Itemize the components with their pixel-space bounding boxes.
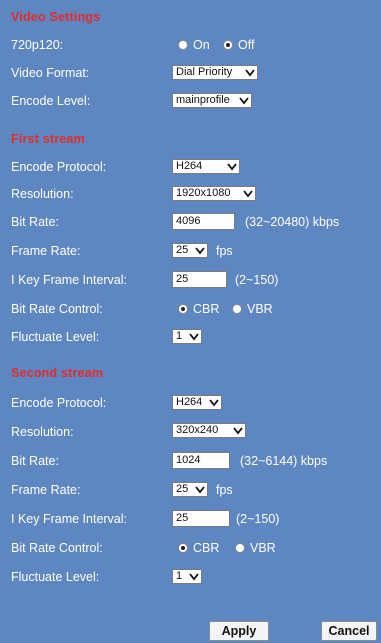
section-title-video-settings: Video Settings — [11, 10, 101, 24]
bit-rate-range-1: (32~20480) kbps — [245, 215, 340, 229]
label-resolution-2: Resolution: — [11, 425, 74, 439]
label-frame-rate-2: Frame Rate: — [11, 483, 81, 497]
chevron-down-icon — [227, 163, 237, 171]
resolution-select-1[interactable]: 1920x1080 — [172, 186, 256, 201]
radio-cbr-2[interactable] — [178, 543, 188, 553]
label-bit-rate-control-2: Bit Rate Control: — [11, 541, 103, 555]
fluctuate-select-2[interactable]: 1 — [172, 569, 202, 584]
radio-cbr-label-2: CBR — [193, 541, 220, 555]
label-bit-rate-2: Bit Rate: — [11, 454, 59, 468]
label-fluctuate-1: Fluctuate Level: — [11, 330, 100, 344]
label-key-frame-2: I Key Frame Interval: — [11, 512, 128, 526]
settings-panel: Video Settings 720p120: On Off Video For… — [0, 0, 381, 643]
bit-rate-input-1[interactable]: 4096 — [172, 213, 235, 230]
key-frame-input-2[interactable]: 25 — [172, 510, 230, 527]
resolution-value-1: 1920x1080 — [176, 187, 231, 199]
chevron-down-icon — [189, 573, 199, 581]
encode-protocol-select-1[interactable]: H264 — [172, 159, 240, 174]
section-title-second-stream: Second stream — [11, 366, 104, 380]
label-fluctuate-2: Fluctuate Level: — [11, 570, 100, 584]
radio-720p120-on[interactable] — [178, 40, 188, 50]
encode-protocol-select-2[interactable]: H264 — [172, 395, 222, 410]
fluctuate-value-2: 1 — [176, 570, 183, 582]
key-frame-range-2: (2~150) — [236, 512, 280, 526]
chevron-down-icon — [233, 427, 243, 435]
frame-rate-unit-2: fps — [216, 483, 233, 497]
encode-level-value: mainprofile — [176, 94, 230, 106]
radio-720p120-off-label: Off — [238, 38, 255, 52]
frame-rate-value-1: 25 — [176, 244, 189, 256]
chevron-down-icon — [209, 399, 219, 407]
frame-rate-select-1[interactable]: 25 — [172, 243, 208, 258]
frame-rate-select-2[interactable]: 25 — [172, 482, 208, 497]
label-frame-rate-1: Frame Rate: — [11, 244, 81, 258]
radio-cbr-label-1: CBR — [193, 302, 220, 316]
label-bit-rate-control-1: Bit Rate Control: — [11, 302, 103, 316]
radio-vbr-2[interactable] — [235, 543, 245, 553]
frame-rate-unit-1: fps — [216, 244, 233, 258]
resolution-select-2[interactable]: 320x240 — [172, 423, 246, 438]
key-frame-range-1: (2~150) — [235, 273, 279, 287]
label-encode-level: Encode Level: — [11, 94, 91, 108]
section-title-first-stream: First stream — [11, 132, 85, 146]
chevron-down-icon — [195, 486, 205, 494]
chevron-down-icon — [239, 97, 249, 105]
chevron-down-icon — [189, 333, 199, 341]
video-format-value: Dial Priority — [176, 66, 233, 78]
label-video-format: Video Format: — [11, 66, 90, 80]
encode-protocol-value-2: H264 — [176, 396, 203, 408]
radio-vbr-label-2: VBR — [250, 541, 276, 555]
label-bit-rate-1: Bit Rate: — [11, 215, 59, 229]
radio-720p120-off[interactable] — [223, 40, 233, 50]
radio-cbr-1[interactable] — [178, 304, 188, 314]
frame-rate-value-2: 25 — [176, 483, 189, 495]
label-encode-protocol-2: Encode Protocol: — [11, 396, 107, 410]
label-resolution-1: Resolution: — [11, 187, 74, 201]
video-format-select[interactable]: Dial Priority — [172, 65, 258, 80]
chevron-down-icon — [243, 190, 253, 198]
encode-level-select[interactable]: mainprofile — [172, 93, 252, 108]
fluctuate-value-1: 1 — [176, 330, 183, 342]
label-720p120: 720p120: — [11, 38, 64, 52]
fluctuate-select-1[interactable]: 1 — [172, 329, 202, 344]
resolution-value-2: 320x240 — [176, 424, 219, 436]
radio-vbr-1[interactable] — [232, 304, 242, 314]
bit-rate-input-2[interactable]: 1024 — [172, 452, 230, 469]
label-key-frame-1: I Key Frame Interval: — [11, 273, 128, 287]
encode-protocol-value-1: H264 — [176, 160, 203, 172]
cancel-button[interactable]: Cancel — [321, 621, 377, 641]
radio-720p120-on-label: On — [193, 38, 210, 52]
chevron-down-icon — [245, 69, 255, 77]
bit-rate-range-2: (32~6144) kbps — [240, 454, 328, 468]
label-encode-protocol-1: Encode Protocol: — [11, 160, 107, 174]
radio-vbr-label-1: VBR — [247, 302, 273, 316]
chevron-down-icon — [195, 247, 205, 255]
key-frame-input-1[interactable]: 25 — [172, 271, 227, 288]
apply-button[interactable]: Apply — [209, 621, 269, 641]
